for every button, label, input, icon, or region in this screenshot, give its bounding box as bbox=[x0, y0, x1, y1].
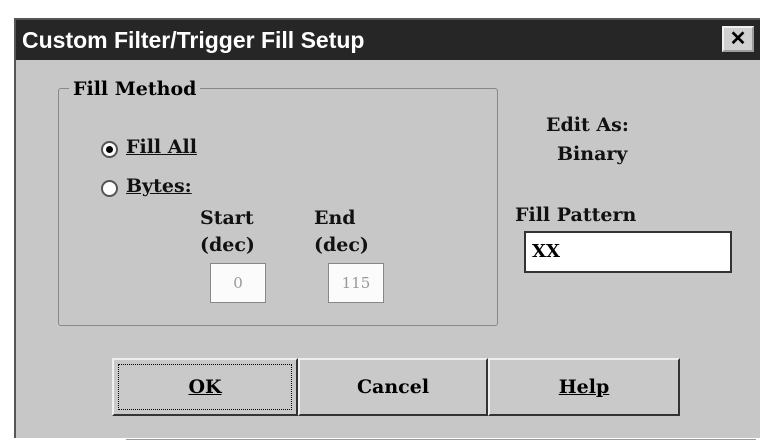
close-button[interactable]: ✕ bbox=[722, 26, 754, 52]
fill-pattern-input[interactable]: XX bbox=[524, 231, 732, 273]
edit-as-value: Binary bbox=[557, 143, 628, 165]
help-button[interactable]: Help bbox=[488, 358, 680, 416]
start-label: Start bbox=[200, 207, 254, 229]
ok-label: OK bbox=[188, 376, 222, 398]
fill-method-group bbox=[58, 88, 498, 326]
fill-setup-dialog: Custom Filter/Trigger Fill Setup ✕ Fill … bbox=[14, 18, 760, 440]
fill-method-label: Fill Method bbox=[69, 78, 201, 100]
title-bar[interactable]: Custom Filter/Trigger Fill Setup ✕ bbox=[16, 20, 760, 60]
fill-all-label[interactable]: Fill All bbox=[126, 136, 197, 158]
end-input[interactable]: 115 bbox=[328, 263, 384, 303]
cancel-button[interactable]: Cancel bbox=[298, 358, 488, 416]
end-label: End bbox=[314, 207, 356, 229]
cancel-label: Cancel bbox=[356, 376, 430, 398]
bytes-label[interactable]: Bytes: bbox=[126, 175, 192, 197]
bottom-divider bbox=[126, 439, 756, 440]
ok-button[interactable]: OK bbox=[112, 358, 298, 416]
start-input[interactable]: 0 bbox=[210, 263, 266, 303]
fill-all-radio[interactable] bbox=[101, 141, 118, 158]
end-unit-label: (dec) bbox=[314, 234, 369, 256]
edit-as-label: Edit As: bbox=[546, 114, 629, 136]
close-icon: ✕ bbox=[729, 28, 747, 50]
bytes-radio[interactable] bbox=[101, 180, 118, 197]
fill-pattern-label: Fill Pattern bbox=[515, 204, 637, 226]
dialog-title: Custom Filter/Trigger Fill Setup bbox=[22, 27, 365, 53]
start-unit-label: (dec) bbox=[200, 234, 255, 256]
help-label: Help bbox=[558, 376, 610, 398]
